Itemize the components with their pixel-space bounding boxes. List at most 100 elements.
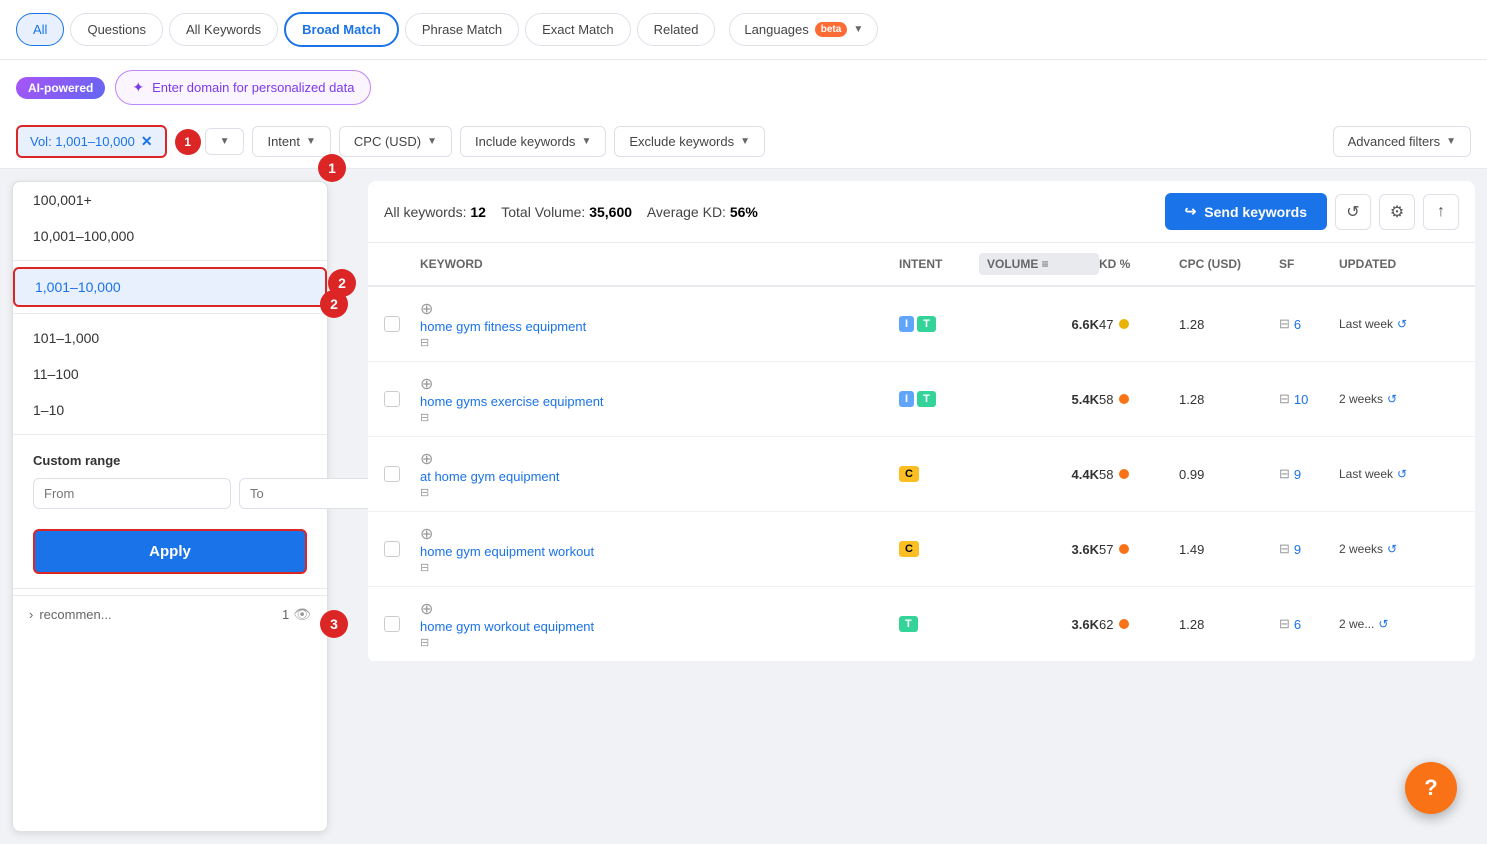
updated-cell-1: Last week ↺ <box>1339 317 1459 331</box>
col-volume-header[interactable]: Volume ≡ <box>979 253 1099 275</box>
intent-dropdown[interactable]: Intent ▼ <box>252 126 330 157</box>
updated-text-2: 2 weeks <box>1339 392 1383 406</box>
languages-dropdown[interactable]: Languages beta ▼ <box>729 13 878 46</box>
keyword-link-3[interactable]: at home gym equipment <box>420 469 899 484</box>
vol-option-11-100[interactable]: 11–100 <box>13 356 327 392</box>
footer-count-value: 1 <box>282 607 289 622</box>
kd-filter-group: 1 ▼ <box>175 128 245 155</box>
tab-broad-match[interactable]: Broad Match <box>284 12 399 47</box>
tab-phrase-match[interactable]: Phrase Match <box>405 13 519 46</box>
row-checkbox-3[interactable] <box>384 466 400 482</box>
volume-filter[interactable]: Vol: 1,001–10,000 ✕ <box>16 125 167 158</box>
refresh-icon-4[interactable]: ↺ <box>1387 542 1397 556</box>
refresh-icon-5[interactable]: ↺ <box>1378 617 1388 631</box>
volume-cell-2: 5.4K <box>979 392 1099 407</box>
kd-dot-4 <box>1119 544 1129 554</box>
chevron-down-icon: ▼ <box>853 24 863 35</box>
col-updated-header: Updated <box>1339 257 1459 271</box>
kd-dot-1 <box>1119 319 1129 329</box>
filter-row: Vol: 1,001–10,000 ✕ 1 ▼ Intent ▼ CPC (US… <box>0 115 1487 169</box>
intent-label: Intent <box>267 134 300 149</box>
vol-option-100k[interactable]: 100,001+ <box>13 182 327 218</box>
keyword-link-5[interactable]: home gym workout equipment <box>420 619 899 634</box>
tab-all-keywords[interactable]: All Keywords <box>169 13 278 46</box>
kd-cell-3: 58 <box>1099 467 1179 482</box>
plus-icon-1[interactable]: ⊕ <box>420 299 899 319</box>
tab-questions[interactable]: Questions <box>70 13 163 46</box>
keyword-cell-4: ⊕ home gym equipment workout ⊟ <box>420 524 899 574</box>
divider-2 <box>13 313 327 314</box>
beta-badge: beta <box>815 22 848 37</box>
sf-value-3: 9 <box>1294 467 1301 482</box>
step-2-badge-overlay: 2 <box>320 290 348 318</box>
row-checkbox-1[interactable] <box>384 316 400 332</box>
cpc-cell-3: 0.99 <box>1179 467 1279 482</box>
close-vol-filter-icon[interactable]: ✕ <box>141 133 153 150</box>
kd-chevron-icon: ▼ <box>220 136 230 147</box>
tab-related[interactable]: Related <box>637 13 716 46</box>
tab-exact-match[interactable]: Exact Match <box>525 13 631 46</box>
plus-icon-5[interactable]: ⊕ <box>420 599 899 619</box>
top-tabs-bar: All Questions All Keywords Broad Match P… <box>0 0 1487 60</box>
intent-badge-t-1: T <box>917 316 936 332</box>
all-keywords-value: 12 <box>470 204 486 220</box>
export-button[interactable]: ↑ <box>1423 194 1459 230</box>
refresh-icon: ↺ <box>1346 202 1359 222</box>
volume-cell-3: 4.4K <box>979 467 1099 482</box>
row-checkbox-5[interactable] <box>384 616 400 632</box>
keyword-link-1[interactable]: home gym fitness equipment <box>420 319 899 334</box>
edit-icon-4: ⊟ <box>420 561 899 574</box>
send-keywords-button[interactable]: ↪ Send keywords <box>1165 193 1327 230</box>
keyword-link-4[interactable]: home gym equipment workout <box>420 544 899 559</box>
intent-chevron-icon: ▼ <box>306 136 316 147</box>
tab-all[interactable]: All <box>16 13 64 46</box>
cpc-dropdown[interactable]: CPC (USD) ▼ <box>339 126 452 157</box>
kd-dropdown-toggle[interactable]: ▼ <box>205 128 245 155</box>
row-checkbox-2[interactable] <box>384 391 400 407</box>
divider-1 <box>13 260 327 261</box>
cpc-cell-1: 1.28 <box>1179 317 1279 332</box>
vol-option-10k-100k[interactable]: 10,001–100,000 <box>13 218 327 254</box>
avg-kd-label: Average KD: <box>647 204 726 220</box>
cpc-label: CPC (USD) <box>354 134 421 149</box>
domain-placeholder-text: Enter domain for personalized data <box>152 80 354 95</box>
col-sf-header: SF <box>1279 257 1339 271</box>
edit-icon-1: ⊟ <box>420 336 899 349</box>
vol-option-1k-10k[interactable]: 1,001–10,000 <box>13 267 327 307</box>
from-input[interactable] <box>33 478 231 509</box>
refresh-icon-1[interactable]: ↺ <box>1397 317 1407 331</box>
exclude-keywords-dropdown[interactable]: Exclude keywords ▼ <box>614 126 765 157</box>
intent-badge-i-1: I <box>899 316 914 332</box>
dropdown-footer: › recommen... 1 👁 <box>13 595 327 633</box>
stats-actions: ↪ Send keywords ↺ ⚙ ↑ <box>1165 193 1459 230</box>
refresh-icon-3[interactable]: ↺ <box>1397 467 1407 481</box>
refresh-icon-2[interactable]: ↺ <box>1387 392 1397 406</box>
upload-icon: ↑ <box>1437 203 1445 221</box>
vol-option-101-1k[interactable]: 101–1,000 <box>13 320 327 356</box>
exclude-label: Exclude keywords <box>629 134 734 149</box>
volume-dropdown-panel: 100,001+ 10,001–100,000 1,001–10,000 101… <box>12 181 328 832</box>
divider-4 <box>13 588 327 589</box>
step-3-badge-overlay: 3 <box>320 610 348 638</box>
volume-cell-1: 6.6K <box>979 317 1099 332</box>
plus-icon-3[interactable]: ⊕ <box>420 449 899 469</box>
col-cpc-header: CPC (USD) <box>1179 257 1279 271</box>
total-volume-value: 35,600 <box>589 204 632 220</box>
help-fab-button[interactable]: ? <box>1405 762 1457 814</box>
refresh-button[interactable]: ↺ <box>1335 194 1371 230</box>
domain-input-button[interactable]: ✦ Enter domain for personalized data <box>115 70 371 105</box>
vol-option-1-10[interactable]: 1–10 <box>13 392 327 428</box>
plus-icon-4[interactable]: ⊕ <box>420 524 899 544</box>
row-checkbox-4[interactable] <box>384 541 400 557</box>
keyword-link-2[interactable]: home gyms exercise equipment <box>420 394 899 409</box>
settings-button[interactable]: ⚙ <box>1379 194 1415 230</box>
main-content: 100,001+ 10,001–100,000 1,001–10,000 101… <box>0 169 1487 844</box>
apply-button[interactable]: Apply <box>33 529 307 574</box>
kd-badge[interactable]: 1 <box>175 129 201 155</box>
step-2-overlay: 2 <box>320 290 348 318</box>
sf-cell-2: ⊟ 10 <box>1279 391 1339 407</box>
plus-icon-2[interactable]: ⊕ <box>420 374 899 394</box>
advanced-filters-dropdown[interactable]: Advanced filters ▼ <box>1333 126 1471 157</box>
keyword-cell-2: ⊕ home gyms exercise equipment ⊟ <box>420 374 899 424</box>
include-keywords-dropdown[interactable]: Include keywords ▼ <box>460 126 606 157</box>
